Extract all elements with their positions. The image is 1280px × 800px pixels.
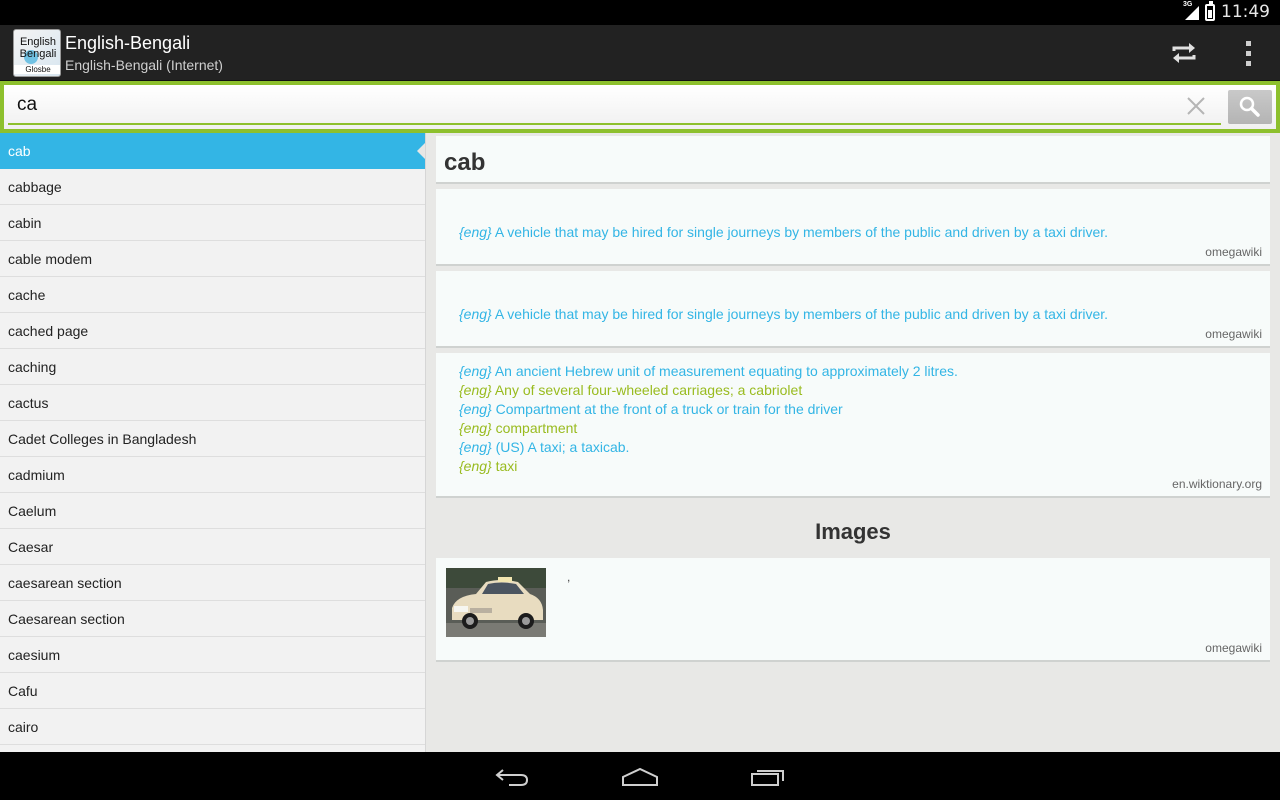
back-button[interactable] [482,760,542,794]
home-icon [622,767,658,786]
clock: 11:49 [1221,2,1270,22]
word-list-item[interactable]: caching [0,349,425,385]
definition-text: (US) A taxi; a taxicab. [495,439,630,455]
word-list-item[interactable]: Caesar [0,529,425,565]
word-list-item[interactable]: Caelum [0,493,425,529]
action-bar: English Bengali Glosbe English-Bengali E… [0,25,1280,81]
source-label: en.wiktionary.org [1172,477,1262,491]
overflow-menu-icon [1245,40,1251,46]
clear-icon [1187,97,1205,115]
swap-languages-icon [1172,43,1196,63]
word-list-item[interactable]: cached page [0,313,425,349]
word-list-item[interactable]: cable modem [0,241,425,277]
translation-card: {eng} A vehicle that may be hired for si… [436,189,1270,266]
logo-line-2: Bengali [19,48,57,60]
battery-icon [1205,0,1215,21]
definition-line[interactable]: {eng} An ancient Hebrew unit of measurem… [459,362,958,381]
language-tag: {eng} [459,306,492,322]
search-bar [0,81,1280,133]
logo-line-1: English [19,36,57,48]
app-logo[interactable]: English Bengali Glosbe [13,29,61,77]
swap-languages-button[interactable] [1164,35,1204,71]
definition-text: A vehicle that may be hired for single j… [494,306,1109,322]
image-caption: , [567,570,571,584]
home-button[interactable] [610,760,670,794]
word-list-item[interactable]: caesium [0,637,425,673]
definition-text: A vehicle that may be hired for single j… [494,224,1109,240]
recent-apps-icon [751,770,784,786]
word-list-item[interactable]: cabin [0,205,425,241]
overflow-menu-button[interactable] [1232,35,1264,71]
definition-line[interactable]: {eng} A vehicle that may be hired for si… [459,223,1108,242]
search-input[interactable] [8,87,1221,125]
translation-card: {eng} A vehicle that may be hired for si… [436,271,1270,348]
definition-text: taxi [495,458,518,474]
language-tag: {eng} [459,458,492,474]
language-tag: {eng} [459,420,492,436]
translation-card: {eng} An ancient Hebrew unit of measurem… [436,353,1270,498]
search-button[interactable] [1228,90,1272,124]
detail-pane: cab {eng} A vehicle that may be hired fo… [426,133,1280,752]
clear-search-button[interactable] [1184,94,1208,118]
language-tag: {eng} [459,224,492,240]
definition-line[interactable]: {eng} Compartment at the front of a truc… [459,400,958,419]
search-icon [1239,96,1260,117]
back-icon [495,769,529,786]
definition-line[interactable]: {eng} compartment [459,419,958,438]
word-list-item[interactable]: cabbage [0,169,425,205]
definition-line[interactable]: {eng} A vehicle that may be hired for si… [459,305,1108,324]
definition-text: Any of several four-wheeled carriages; a… [494,382,803,398]
definition-text: Compartment at the front of a truck or t… [495,401,843,417]
app-subtitle: English-Bengali (Internet) [65,57,223,73]
recent-apps-button[interactable] [738,760,798,794]
signal-icon: 3G [1183,1,1199,21]
word-list-item[interactable]: Cafu [0,673,425,709]
image-card: , omegawiki [436,558,1270,662]
word-list-item[interactable]: cactus [0,385,425,421]
definition-line[interactable]: {eng} (US) A taxi; a taxicab. [459,438,958,457]
definition-text: compartment [495,420,578,436]
language-tag: {eng} [459,439,492,455]
word-list-item[interactable]: caesarean section [0,565,425,601]
word-list-item[interactable]: cache [0,277,425,313]
language-tag: {eng} [459,401,492,417]
source-label: omegawiki [1205,641,1262,655]
word-list-item[interactable]: cab [0,133,425,169]
language-tag: {eng} [459,382,492,398]
headword-card: cab [436,136,1270,184]
word-list-item[interactable]: Caesarean section [0,601,425,637]
word-list-item[interactable]: cairo [0,709,425,745]
source-label: omegawiki [1205,327,1262,341]
language-tag: {eng} [459,363,492,379]
definition-line[interactable]: {eng} Any of several four-wheeled carria… [459,381,958,400]
definition-line[interactable]: {eng} taxi [459,457,958,476]
images-heading: Images [815,519,891,544]
status-bar: 3G 11:49 [0,0,1280,25]
word-list-item[interactable]: cadmium [0,457,425,493]
app-title: English-Bengali [65,33,191,53]
logo-line-3: Glosbe [14,65,60,74]
source-label: omegawiki [1205,245,1262,259]
taxi-car-image[interactable] [446,568,546,637]
headword: cab [444,149,486,176]
definition-text: An ancient Hebrew unit of measurement eq… [494,363,958,379]
word-list-item[interactable]: Cadet Colleges in Bangladesh [0,421,425,457]
navigation-bar [0,752,1280,800]
word-list: cab cabbage cabin cable modem cache cach… [0,133,426,752]
